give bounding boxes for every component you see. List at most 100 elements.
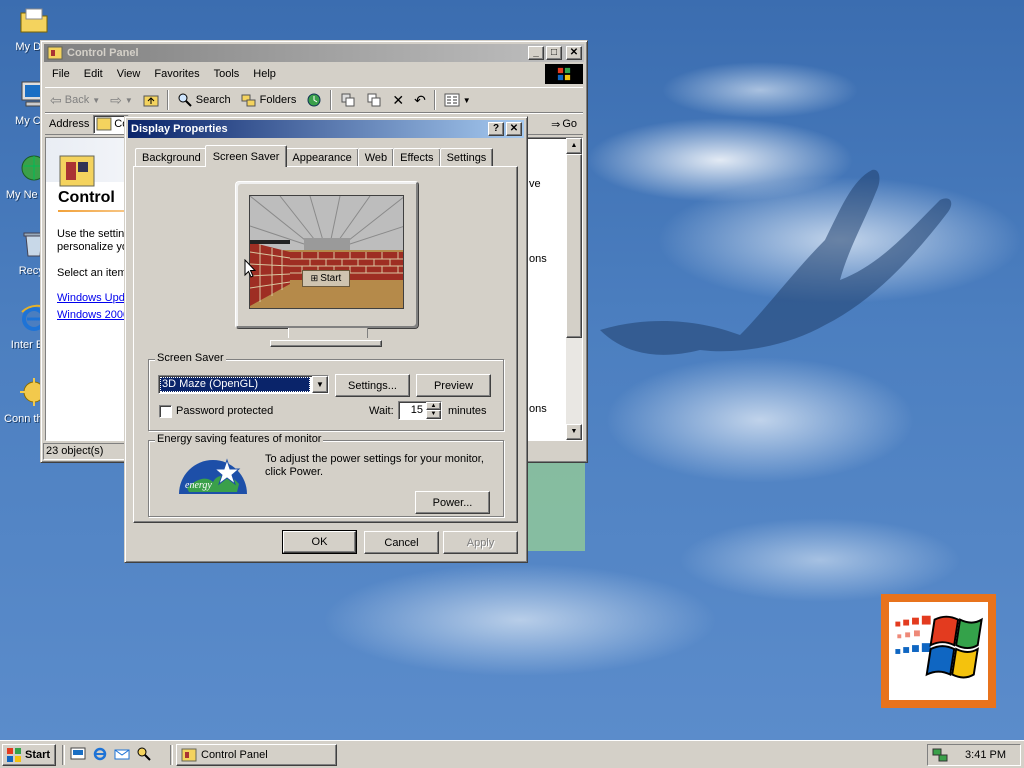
- apply-button[interactable]: Apply: [443, 531, 518, 554]
- sidebar-link-windows-update[interactable]: Windows Upda: [57, 292, 129, 304]
- windows-throbber: [545, 64, 583, 84]
- back-arrow-icon: ⇦: [50, 91, 62, 108]
- cancel-button-label: Cancel: [384, 536, 419, 549]
- maximize-button[interactable]: □: [546, 46, 562, 60]
- scroll-down-button[interactable]: ▼: [566, 424, 582, 440]
- search-icon[interactable]: [136, 746, 152, 762]
- views-icon: [444, 93, 460, 107]
- chevron-down-icon: ▼: [316, 380, 324, 389]
- cancel-button[interactable]: Cancel: [364, 531, 439, 554]
- windows-flag-icon: [557, 67, 571, 81]
- sidebar-link-windows-2000[interactable]: Windows 2000: [57, 309, 129, 321]
- go-arrow-icon: ⇒: [551, 118, 561, 131]
- display-properties-titlebar[interactable]: Display Properties ? ✕: [128, 120, 524, 138]
- ok-button-label: OK: [311, 536, 328, 548]
- taskbar-button-label: Control Panel: [201, 749, 268, 761]
- start-label: Start: [25, 749, 51, 761]
- windows-logo-badge: [881, 594, 996, 708]
- internet-explorer-icon[interactable]: [92, 746, 108, 762]
- sidebar-text-2: Select an item: [57, 267, 127, 279]
- copy-to-button[interactable]: [361, 89, 387, 111]
- display-properties-dialog[interactable]: Display Properties ? ✕ Background Screen…: [124, 116, 528, 563]
- views-button[interactable]: ▼: [439, 89, 476, 111]
- energy-saving-group: Energy saving features of monitor energy…: [148, 433, 504, 517]
- control-panel-titlebar[interactable]: Control Panel _ □ ✕: [44, 44, 584, 62]
- address-label: Address: [49, 118, 90, 130]
- copy-to-icon: [367, 93, 381, 107]
- menu-view[interactable]: View: [110, 68, 148, 80]
- chevron-down-icon: ▼: [124, 95, 133, 105]
- outlook-express-icon[interactable]: [114, 746, 130, 762]
- scroll-up-button[interactable]: ▲: [566, 138, 582, 154]
- taskbar-button-control-panel[interactable]: Control Panel: [176, 744, 337, 766]
- wait-spin-down[interactable]: ▼: [426, 410, 441, 419]
- selected-screen-saver: 3D Maze (OpenGL): [160, 377, 310, 392]
- taskbar-divider: [170, 745, 173, 765]
- tab-appearance[interactable]: Appearance: [285, 148, 359, 167]
- folder-documents-icon: [20, 8, 48, 33]
- toolbar-separator: [330, 90, 333, 110]
- status-text: 23 object(s): [46, 445, 104, 457]
- vertical-scrollbar[interactable]: ▲ ▼: [566, 138, 582, 440]
- password-label: Password protected: [176, 405, 274, 417]
- menu-tools[interactable]: Tools: [207, 68, 247, 80]
- tab-screen-saver[interactable]: Screen Saver: [204, 145, 288, 167]
- preview-button[interactable]: Preview: [416, 374, 491, 397]
- group-title: Energy saving features of monitor: [155, 433, 324, 445]
- search-button[interactable]: Search: [172, 89, 236, 111]
- help-button[interactable]: ?: [488, 122, 504, 136]
- chevron-down-icon: ▼: [462, 95, 471, 105]
- close-button[interactable]: ✕: [566, 46, 582, 60]
- close-button[interactable]: ✕: [506, 122, 522, 136]
- menu-help[interactable]: Help: [246, 68, 283, 80]
- ok-button[interactable]: OK: [282, 530, 357, 554]
- menu-favorites[interactable]: Favorites: [147, 68, 206, 80]
- control-panel-large-icon: [59, 155, 95, 187]
- go-label: Go: [562, 118, 577, 130]
- search-label: Search: [195, 94, 231, 106]
- history-button[interactable]: [301, 89, 327, 111]
- wait-value: 15: [410, 404, 423, 416]
- show-desktop-icon[interactable]: [70, 746, 86, 762]
- folders-button[interactable]: Folders: [236, 89, 302, 111]
- start-button[interactable]: Start: [2, 744, 56, 766]
- menu-edit[interactable]: Edit: [77, 68, 110, 80]
- sidebar-text-1: Use the settin personalize yo: [57, 228, 128, 253]
- tab-web[interactable]: Web: [357, 148, 395, 167]
- settings-button[interactable]: Settings...: [335, 374, 410, 397]
- up-folder-button[interactable]: [138, 89, 164, 111]
- back-label: Back: [64, 94, 90, 106]
- tab-strip: Background Screen Saver Appearance Web E…: [135, 145, 494, 167]
- tab-background[interactable]: Background: [135, 148, 208, 167]
- screen-saver-select[interactable]: 3D Maze (OpenGL) ▼: [158, 375, 329, 394]
- delete-button[interactable]: ✕: [387, 89, 409, 111]
- power-button-label: Power...: [432, 496, 473, 509]
- clock[interactable]: 3:41 PM: [965, 749, 1006, 761]
- energy-star-logo: energy: [179, 458, 247, 494]
- password-checkbox[interactable]: [159, 405, 172, 418]
- taskbar: Start Control Panel 3:41 PM: [0, 740, 1024, 768]
- wait-spin-up[interactable]: ▲: [426, 402, 441, 410]
- status-bar: 23 object(s): [43, 443, 127, 460]
- network-tray-icon[interactable]: [932, 747, 948, 763]
- minutes-label: minutes: [448, 405, 487, 417]
- undo-button[interactable]: ↶: [409, 89, 431, 111]
- dropdown-button[interactable]: ▼: [312, 376, 328, 393]
- scroll-thumb[interactable]: [566, 154, 582, 338]
- monitor-screen: ⊞ Start: [249, 195, 404, 309]
- go-button[interactable]: ⇒ Go: [551, 118, 583, 131]
- tab-effects[interactable]: Effects: [393, 148, 441, 167]
- start-flag-icon: ⊞: [310, 273, 319, 283]
- back-button[interactable]: ⇦ Back ▼: [45, 89, 105, 111]
- wait-input[interactable]: 15 ▲ ▼: [398, 401, 442, 420]
- tab-settings[interactable]: Settings: [439, 148, 494, 167]
- folders-icon: [241, 94, 256, 107]
- forward-button[interactable]: ⇨ ▼: [105, 89, 138, 111]
- power-button[interactable]: Power...: [415, 491, 490, 514]
- monitor-neck: [288, 328, 368, 338]
- control-panel-icon: [47, 46, 63, 60]
- menu-file[interactable]: File: [45, 68, 77, 80]
- maze-start-marker: ⊞ Start: [302, 270, 350, 287]
- move-to-button[interactable]: [335, 89, 361, 111]
- minimize-button[interactable]: _: [528, 46, 544, 60]
